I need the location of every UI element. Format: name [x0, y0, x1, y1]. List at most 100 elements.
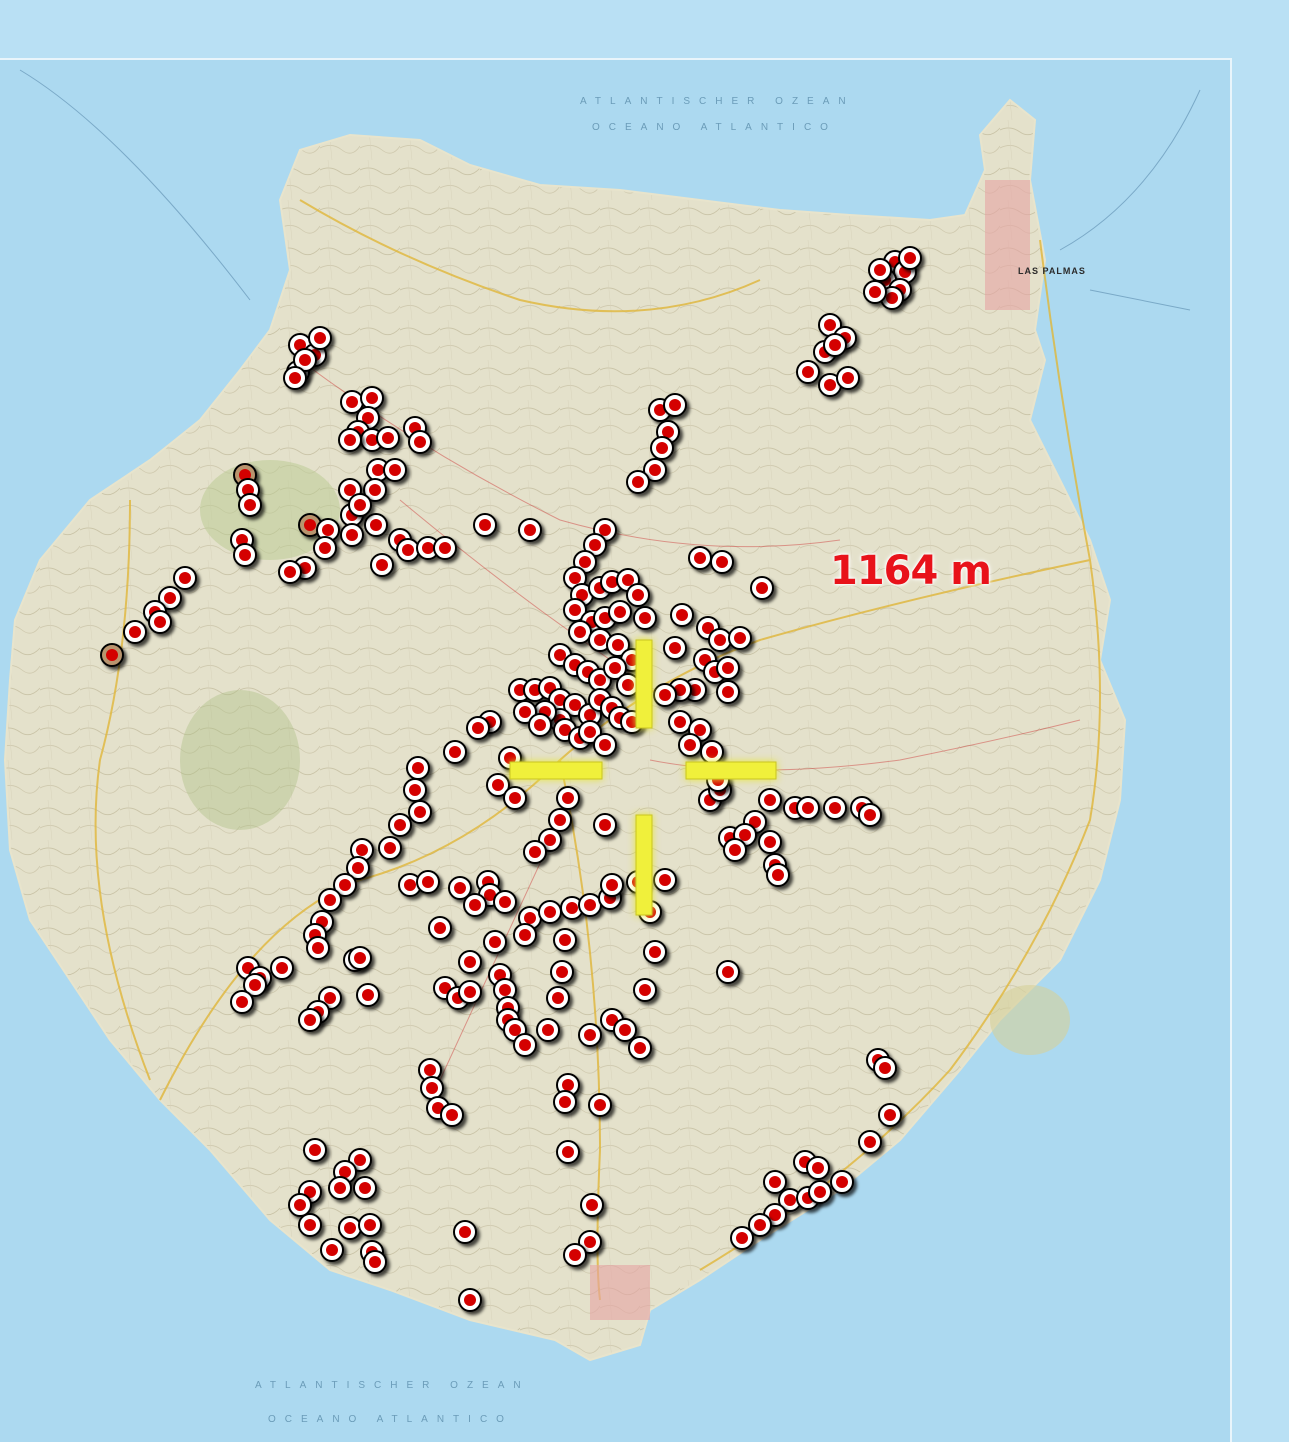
- map-pin-dot-icon[interactable]: [796, 360, 820, 384]
- map-pin-dot-icon[interactable]: [716, 656, 740, 680]
- map-pin-dot-icon[interactable]: [298, 1008, 322, 1032]
- map-pin-dot-icon[interactable]: [663, 636, 687, 660]
- map-pin-dot-icon[interactable]: [823, 796, 847, 820]
- map-pin-dot-icon[interactable]: [370, 553, 394, 577]
- map-pin-dot-icon[interactable]: [628, 1036, 652, 1060]
- map-pin-dot-icon[interactable]: [453, 1220, 477, 1244]
- map-pin-dot-icon[interactable]: [306, 936, 330, 960]
- map-pin-dot-icon[interactable]: [858, 803, 882, 827]
- map-pin-dot-icon[interactable]: [608, 600, 632, 624]
- map-pin-dot-icon[interactable]: [363, 1250, 387, 1274]
- map-pin-dot-icon[interactable]: [633, 606, 657, 630]
- map-pin-dot-icon[interactable]: [513, 1033, 537, 1057]
- map-pin-dot-icon[interactable]: [538, 900, 562, 924]
- map-pin-dot-icon[interactable]: [408, 800, 432, 824]
- map-pin-dot-icon[interactable]: [148, 610, 172, 634]
- map-pin-dot-icon[interactable]: [716, 680, 740, 704]
- map-pin-dot-icon[interactable]: [600, 873, 624, 897]
- map-pin-dot-icon[interactable]: [758, 788, 782, 812]
- map-pin-dot-icon[interactable]: [358, 1213, 382, 1237]
- map-pin-dot-icon[interactable]: [503, 786, 527, 810]
- map-pin-dot-icon[interactable]: [338, 1216, 362, 1240]
- map-pin-dot-icon[interactable]: [578, 1023, 602, 1047]
- map-pin-dot-icon[interactable]: [473, 513, 497, 537]
- map-pin-dot-icon[interactable]: [898, 246, 922, 270]
- map-pin-dot-icon[interactable]: [830, 1170, 854, 1194]
- map-pin-dot-icon[interactable]: [328, 1176, 352, 1200]
- map-pin-dot-icon[interactable]: [806, 1156, 830, 1180]
- map-pin-dot-icon[interactable]: [868, 258, 892, 282]
- map-pin-dot-icon[interactable]: [650, 436, 674, 460]
- map-pin-dot-icon[interactable]: [318, 888, 342, 912]
- map-pin-dot-icon[interactable]: [458, 980, 482, 1004]
- map-pin-dot-icon[interactable]: [858, 1130, 882, 1154]
- map-pin-dot-icon[interactable]: [308, 326, 332, 350]
- map-pin-dot-icon[interactable]: [523, 840, 547, 864]
- map-pin-dot-icon[interactable]: [710, 550, 734, 574]
- map-pin-dot-icon[interactable]: [553, 928, 577, 952]
- map-pin-dot-icon[interactable]: [836, 366, 860, 390]
- island-map[interactable]: [0, 0, 1289, 1440]
- map-pin-dot-icon[interactable]: [428, 916, 452, 940]
- map-pin-dot-icon[interactable]: [100, 643, 124, 667]
- map-pin-dot-icon[interactable]: [593, 733, 617, 757]
- map-pin-dot-icon[interactable]: [626, 583, 650, 607]
- map-pin-dot-icon[interactable]: [653, 683, 677, 707]
- map-pin-dot-icon[interactable]: [553, 1090, 577, 1114]
- map-pin-dot-icon[interactable]: [376, 426, 400, 450]
- map-pin-dot-icon[interactable]: [763, 1170, 787, 1194]
- map-pin-dot-icon[interactable]: [580, 1193, 604, 1217]
- map-pin-dot-icon[interactable]: [458, 1288, 482, 1312]
- map-pin-dot-icon[interactable]: [758, 830, 782, 854]
- map-pin-dot-icon[interactable]: [546, 986, 570, 1010]
- map-pin-dot-icon[interactable]: [403, 778, 427, 802]
- map-pin-dot-icon[interactable]: [378, 836, 402, 860]
- map-pin-dot-icon[interactable]: [348, 946, 372, 970]
- map-pin-dot-icon[interactable]: [483, 930, 507, 954]
- map-pin-dot-icon[interactable]: [550, 960, 574, 984]
- map-pin-dot-icon[interactable]: [466, 716, 490, 740]
- map-pin-dot-icon[interactable]: [528, 713, 552, 737]
- map-pin-dot-icon[interactable]: [723, 838, 747, 862]
- map-pin-dot-icon[interactable]: [633, 978, 657, 1002]
- map-pin-dot-icon[interactable]: [668, 710, 692, 734]
- map-pin-dot-icon[interactable]: [873, 1056, 897, 1080]
- map-pin-dot-icon[interactable]: [588, 1093, 612, 1117]
- map-pin-dot-icon[interactable]: [678, 733, 702, 757]
- map-pin-dot-icon[interactable]: [364, 513, 388, 537]
- map-pin-dot-icon[interactable]: [750, 576, 774, 600]
- map-pin-dot-icon[interactable]: [320, 1238, 344, 1262]
- map-pin-dot-icon[interactable]: [278, 560, 302, 584]
- map-pin-dot-icon[interactable]: [808, 1180, 832, 1204]
- map-pin-dot-icon[interactable]: [796, 796, 820, 820]
- map-pin-dot-icon[interactable]: [383, 458, 407, 482]
- map-pin-dot-icon[interactable]: [360, 386, 384, 410]
- map-pin-dot-icon[interactable]: [670, 603, 694, 627]
- map-pin-dot-icon[interactable]: [123, 620, 147, 644]
- map-pin-dot-icon[interactable]: [238, 493, 262, 517]
- map-pin-dot-icon[interactable]: [568, 620, 592, 644]
- map-pin-dot-icon[interactable]: [643, 940, 667, 964]
- map-pin-dot-icon[interactable]: [338, 428, 362, 452]
- map-pin-dot-icon[interactable]: [663, 393, 687, 417]
- map-pin-dot-icon[interactable]: [493, 890, 517, 914]
- map-pin-dot-icon[interactable]: [626, 470, 650, 494]
- map-pin-dot-icon[interactable]: [766, 863, 790, 887]
- map-pin-dot-icon[interactable]: [270, 956, 294, 980]
- map-pin-dot-icon[interactable]: [283, 366, 307, 390]
- map-pin-dot-icon[interactable]: [420, 1076, 444, 1100]
- map-pin-dot-icon[interactable]: [728, 626, 752, 650]
- map-pin-dot-icon[interactable]: [408, 430, 432, 454]
- map-pin-dot-icon[interactable]: [700, 740, 724, 764]
- map-pin-dot-icon[interactable]: [396, 538, 420, 562]
- map-pin-dot-icon[interactable]: [443, 740, 467, 764]
- map-pin-dot-icon[interactable]: [716, 960, 740, 984]
- map-pin-dot-icon[interactable]: [340, 523, 364, 547]
- map-pin-dot-icon[interactable]: [388, 813, 412, 837]
- map-pin-dot-icon[interactable]: [288, 1193, 312, 1217]
- map-pin-dot-icon[interactable]: [613, 1018, 637, 1042]
- map-pin-dot-icon[interactable]: [348, 493, 372, 517]
- map-pin-dot-icon[interactable]: [556, 786, 580, 810]
- map-pin-dot-icon[interactable]: [463, 893, 487, 917]
- map-pin-dot-icon[interactable]: [233, 543, 257, 567]
